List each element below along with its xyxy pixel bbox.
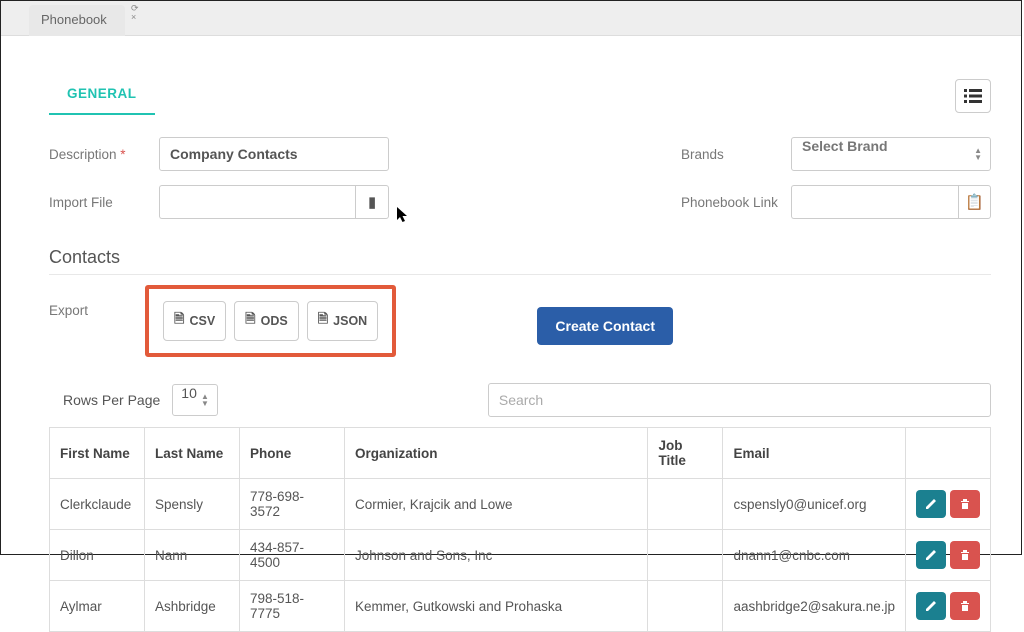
delete-button[interactable] [950, 592, 980, 620]
cell-organization: Kemmer, Gutkowski and Prohaska [345, 581, 648, 632]
search-input[interactable] [488, 383, 991, 417]
pencil-icon [925, 549, 937, 561]
description-input[interactable] [159, 137, 389, 171]
trash-icon [959, 549, 971, 561]
export-json-button[interactable]: 🗎JSON [307, 301, 379, 341]
col-organization[interactable]: Organization [345, 428, 648, 479]
cell-phone: 778-698-3572 [240, 479, 345, 530]
list-icon [964, 89, 982, 103]
col-actions [906, 428, 991, 479]
sort-arrows-icon: ▲▼ [974, 147, 982, 161]
browser-tab[interactable]: Phonebook ⟳× [29, 5, 125, 36]
delete-button[interactable] [950, 541, 980, 569]
contacts-heading: Contacts [49, 247, 991, 268]
cell-job-title [648, 530, 723, 581]
cell-email: aashbridge2@sakura.ne.jp [723, 581, 906, 632]
rows-per-page-select[interactable]: 10 ▲▼ [172, 384, 218, 416]
cell-phone: 434-857-4500 [240, 530, 345, 581]
table-row: DillonNann434-857-4500Johnson and Sons, … [50, 530, 991, 581]
pencil-icon [925, 498, 937, 510]
cell-job-title [648, 479, 723, 530]
cell-organization: Johnson and Sons, Inc [345, 530, 648, 581]
cell-email: dnann1@cnbc.com [723, 530, 906, 581]
file-icon: 🗎 [318, 310, 328, 332]
brands-select-value: Select Brand [802, 138, 888, 154]
cell-email: cspensly0@unicef.org [723, 479, 906, 530]
close-icon[interactable]: × [131, 13, 139, 22]
col-email[interactable]: Email [723, 428, 906, 479]
brands-select[interactable]: Select Brand ▲▼ [791, 137, 991, 171]
export-csv-button[interactable]: 🗎CSV [163, 301, 226, 341]
cell-last-name: Nann [145, 530, 240, 581]
file-icon: 🗎 [174, 310, 184, 332]
import-file-label: Import File [49, 195, 159, 210]
col-first-name[interactable]: First Name [50, 428, 145, 479]
export-label: Export [49, 285, 145, 318]
cell-last-name: Ashbridge [145, 581, 240, 632]
tab-controls: ⟳× [131, 4, 139, 22]
phonebook-link-button[interactable]: 📋 [958, 185, 991, 219]
phonebook-link-input[interactable] [791, 185, 958, 219]
cell-job-title [648, 581, 723, 632]
cell-last-name: Spensly [145, 479, 240, 530]
cell-organization: Cormier, Krajcik and Lowe [345, 479, 648, 530]
import-file-input[interactable] [159, 185, 355, 219]
create-contact-button[interactable]: Create Contact [537, 307, 673, 345]
file-icon: ▮ [368, 193, 376, 211]
contacts-table: First Name Last Name Phone Organization … [49, 427, 991, 632]
col-job-title[interactable]: Job Title [648, 428, 723, 479]
edit-button[interactable] [916, 592, 946, 620]
export-ods-button[interactable]: 🗎ODS [234, 301, 299, 341]
phonebook-link-label: Phonebook Link [681, 195, 791, 210]
col-phone[interactable]: Phone [240, 428, 345, 479]
table-row: ClerkclaudeSpensly778-698-3572Cormier, K… [50, 479, 991, 530]
table-row: AylmarAshbridge798-518-7775Kemmer, Gutko… [50, 581, 991, 632]
trash-icon [959, 600, 971, 612]
trash-icon [959, 498, 971, 510]
clipboard-icon: 📋 [965, 193, 984, 211]
cell-first-name: Dillon [50, 530, 145, 581]
list-view-button[interactable] [955, 79, 991, 113]
delete-button[interactable] [950, 490, 980, 518]
sort-arrows-icon: ▲▼ [201, 393, 209, 407]
pencil-icon [925, 600, 937, 612]
col-last-name[interactable]: Last Name [145, 428, 240, 479]
edit-button[interactable] [916, 490, 946, 518]
file-icon: 🗎 [245, 310, 255, 332]
brands-label: Brands [681, 147, 791, 162]
edit-button[interactable] [916, 541, 946, 569]
import-file-button[interactable]: ▮ [355, 185, 389, 219]
description-label: Description * [49, 147, 159, 162]
export-highlight: 🗎CSV 🗎ODS 🗎JSON [145, 285, 396, 357]
tab-general[interactable]: GENERAL [49, 76, 155, 115]
tab-title: Phonebook [41, 12, 107, 27]
cell-first-name: Aylmar [50, 581, 145, 632]
cell-first-name: Clerkclaude [50, 479, 145, 530]
rows-per-page-label: Rows Per Page [63, 392, 160, 408]
cell-phone: 798-518-7775 [240, 581, 345, 632]
